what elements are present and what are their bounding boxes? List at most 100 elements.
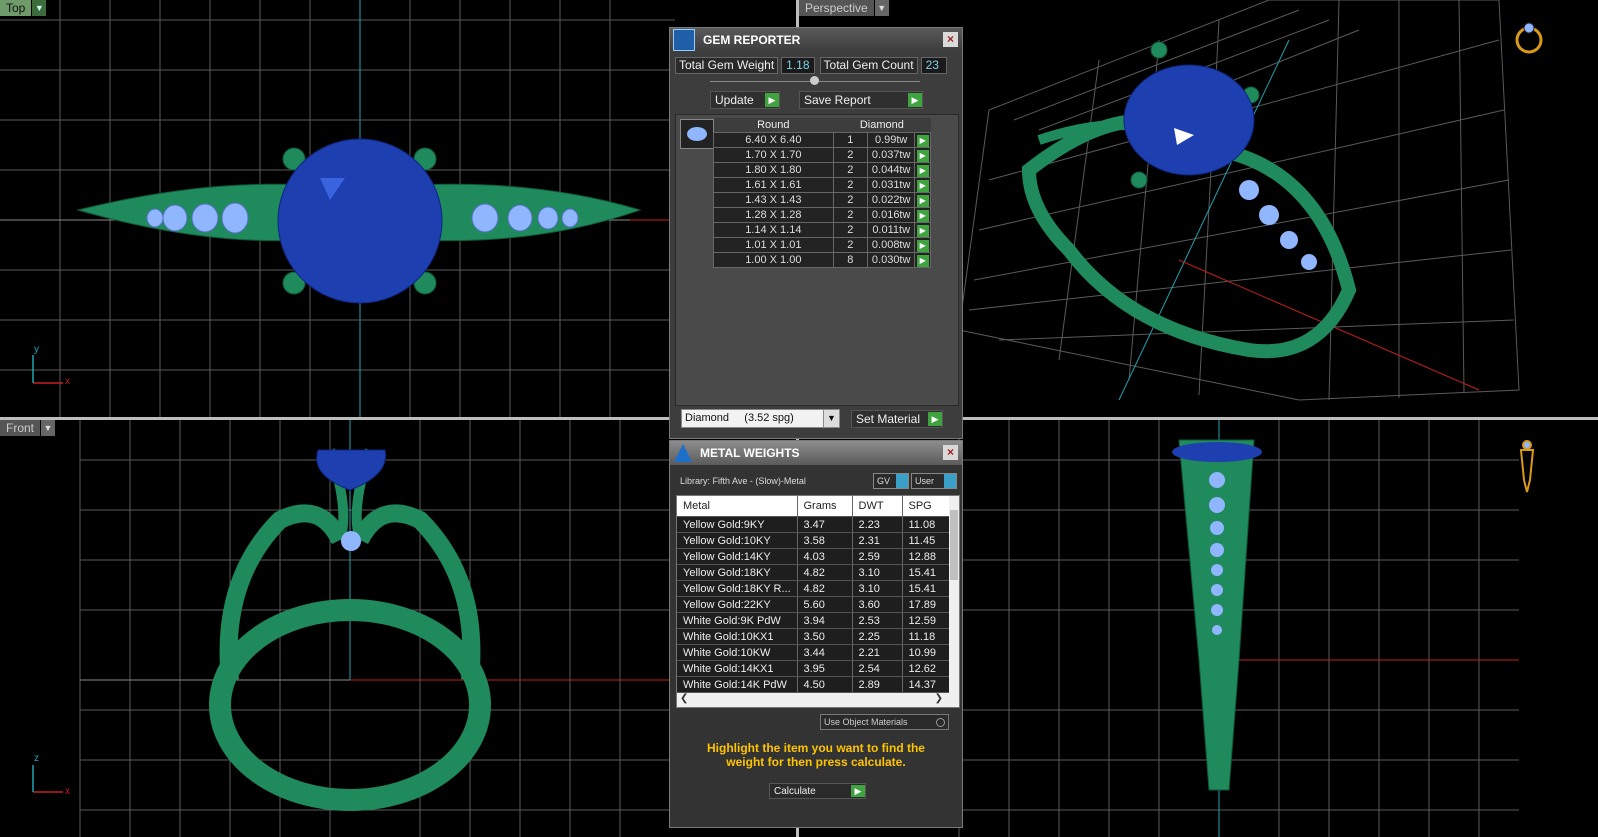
save-report-button[interactable]: Save Report ▶ [799, 91, 923, 109]
metal-col-header[interactable]: Grams [797, 496, 853, 517]
close-icon[interactable]: × [943, 32, 958, 47]
metal-cell: 5.60 [797, 596, 853, 613]
gem-table: Round Diamond 6.40 X 6.40 1 0.99tw ▶ 1.70 X … [713, 118, 931, 268]
gem-row[interactable]: 1.28 X 1.28 2 0.016tw ▶ [713, 207, 931, 223]
viewport-name: Perspective [799, 0, 874, 16]
metal-row[interactable]: White Gold:10KW 3.44 2.21 10.99 [677, 644, 950, 661]
gem-reporter-titlebar[interactable]: GEM REPORTER × [670, 28, 962, 52]
gem-row[interactable]: 1.80 X 1.80 2 0.044tw ▶ [713, 162, 931, 178]
gv-toggle[interactable]: GV [873, 473, 909, 489]
metal-row[interactable]: Yellow Gold:22KY 5.60 3.60 17.89 [677, 596, 950, 613]
metal-cell: 2.53 [852, 612, 903, 629]
horizontal-scrollbar[interactable]: ❮ ❯ [677, 693, 959, 707]
radio-icon [936, 718, 945, 727]
gem-size: 1.43 X 1.43 [713, 192, 834, 208]
calculate-button[interactable]: Calculate ▶ [769, 783, 866, 799]
gem-row[interactable]: 1.70 X 1.70 2 0.037tw ▶ [713, 147, 931, 163]
instruction-text: Highlight the item you want to find the … [707, 741, 925, 769]
metal-row[interactable]: Yellow Gold:10KY 3.58 2.31 11.45 [677, 532, 950, 549]
metal-cell: 11.45 [902, 532, 950, 549]
metal-row[interactable]: Yellow Gold:9KY 3.47 2.23 11.08 [677, 516, 950, 533]
gem-count: 2 [832, 177, 868, 193]
metal-row[interactable]: White Gold:10KX1 3.50 2.25 11.18 [677, 628, 950, 645]
play-icon: ▶ [916, 134, 929, 147]
metal-cell: 2.21 [852, 644, 903, 661]
vertical-scrollbar[interactable] [949, 496, 959, 693]
update-button[interactable]: Update ▶ [710, 91, 780, 109]
gem-weight: 0.037tw [866, 147, 916, 163]
metal-table-container[interactable]: Metal Grams DWT SPG Yellow Gold:9KY 3.47 2.23 1… [676, 495, 960, 708]
axis-y-label-top: y [34, 344, 39, 355]
metal-row[interactable]: Yellow Gold:18KY R... 4.82 3.10 15.41 [677, 580, 950, 597]
select-gem-button[interactable]: ▶ [914, 192, 931, 208]
chevron-down-icon[interactable]: ▼ [823, 410, 839, 427]
select-gem-button[interactable]: ▶ [914, 252, 931, 268]
chevron-left-icon[interactable]: ❮ [680, 693, 688, 704]
select-gem-button[interactable]: ▶ [914, 132, 931, 148]
gem-row[interactable]: 1.00 X 1.00 8 0.030tw ▶ [713, 252, 931, 268]
metal-col-header[interactable]: SPG [902, 496, 950, 517]
select-gem-button[interactable]: ▶ [914, 162, 931, 178]
gem-weight: 0.022tw [866, 192, 916, 208]
gem-list-area: Round Diamond 6.40 X 6.40 1 0.99tw ▶ 1.70 X … [675, 114, 959, 406]
metal-cell: 10.99 [902, 644, 950, 661]
gem-size: 1.01 X 1.01 [713, 237, 834, 253]
material-select[interactable]: Diamond (3.52 spg) ▼ [681, 409, 840, 428]
metal-row[interactable]: White Gold:14K PdW 4.50 2.89 14.37 [677, 676, 950, 693]
use-object-materials-toggle[interactable]: Use Object Materials [820, 714, 949, 730]
select-gem-button[interactable]: ▶ [914, 207, 931, 223]
top-viewport-label[interactable]: Top ▼ [0, 0, 47, 16]
gem-row[interactable]: 6.40 X 6.40 1 0.99tw ▶ [713, 132, 931, 148]
gem-weight: 0.044tw [866, 162, 916, 178]
total-weight-label: Total Gem Weight [675, 57, 779, 74]
close-icon[interactable]: × [943, 445, 958, 460]
chevron-down-icon[interactable]: ▼ [40, 420, 56, 436]
cone-icon [674, 444, 692, 462]
ring-icon [1515, 22, 1543, 54]
scroll-thumb[interactable] [950, 510, 958, 580]
metal-cell: 11.08 [902, 516, 950, 533]
gem-size: 1.70 X 1.70 [713, 147, 834, 163]
metal-col-header[interactable]: Metal [677, 496, 798, 517]
gem-row[interactable]: 1.61 X 1.61 2 0.031tw ▶ [713, 177, 931, 193]
metal-row[interactable]: Yellow Gold:18KY 4.82 3.10 15.41 [677, 564, 950, 581]
chevron-right-icon[interactable]: ❯ [935, 693, 943, 704]
library-label: Library: Fifth Ave - (Slow)-Metal [680, 476, 806, 486]
col-shape: Round [713, 118, 834, 133]
gem-size: 6.40 X 6.40 [713, 132, 834, 148]
center-gem-front [316, 449, 387, 491]
gem-row[interactable]: 1.43 X 1.43 2 0.022tw ▶ [713, 192, 931, 208]
panel-slider[interactable] [710, 76, 920, 85]
chevron-down-icon[interactable]: ▼ [31, 0, 47, 16]
gem-row[interactable]: 1.14 X 1.14 2 0.011tw ▶ [713, 222, 931, 238]
col-material: Diamond [833, 118, 931, 133]
front-viewport-label[interactable]: Front ▼ [0, 420, 56, 436]
update-button-label: Update [715, 93, 754, 107]
gem-count: 2 [832, 147, 868, 163]
perspective-viewport-label[interactable]: Perspective ▼ [799, 0, 889, 16]
metal-cell: 14.37 [902, 676, 950, 693]
metal-col-header[interactable]: DWT [852, 496, 903, 517]
ring-side-view [1172, 439, 1262, 791]
metal-row[interactable]: White Gold:9K PdW 3.94 2.53 12.59 [677, 612, 950, 629]
set-material-button[interactable]: Set Material ▶ [851, 410, 943, 428]
select-gem-button[interactable]: ▶ [914, 222, 931, 238]
total-count-label: Total Gem Count [819, 57, 918, 74]
play-icon: ▶ [928, 412, 942, 426]
metal-cell: 12.62 [902, 660, 950, 677]
metal-weights-titlebar[interactable]: METAL WEIGHTS × [670, 441, 962, 465]
select-gem-button[interactable]: ▶ [914, 177, 931, 193]
chevron-down-icon[interactable]: ▼ [873, 0, 889, 16]
slider-handle-icon[interactable] [810, 76, 819, 85]
user-toggle[interactable]: User [911, 473, 957, 489]
metal-row[interactable]: Yellow Gold:14KY 4.03 2.59 12.88 [677, 548, 950, 565]
gem-row[interactable]: 1.01 X 1.01 2 0.008tw ▶ [713, 237, 931, 253]
select-gem-button[interactable]: ▶ [914, 237, 931, 253]
metal-row[interactable]: White Gold:14KX1 3.95 2.54 12.62 [677, 660, 950, 677]
center-gem-top [277, 138, 443, 304]
metal-cell: White Gold:10KX1 [677, 628, 798, 645]
panel-title: GEM REPORTER [703, 33, 801, 47]
select-gem-button[interactable]: ▶ [914, 147, 931, 163]
play-icon: ▶ [916, 209, 929, 222]
gv-label: GV [877, 476, 891, 486]
